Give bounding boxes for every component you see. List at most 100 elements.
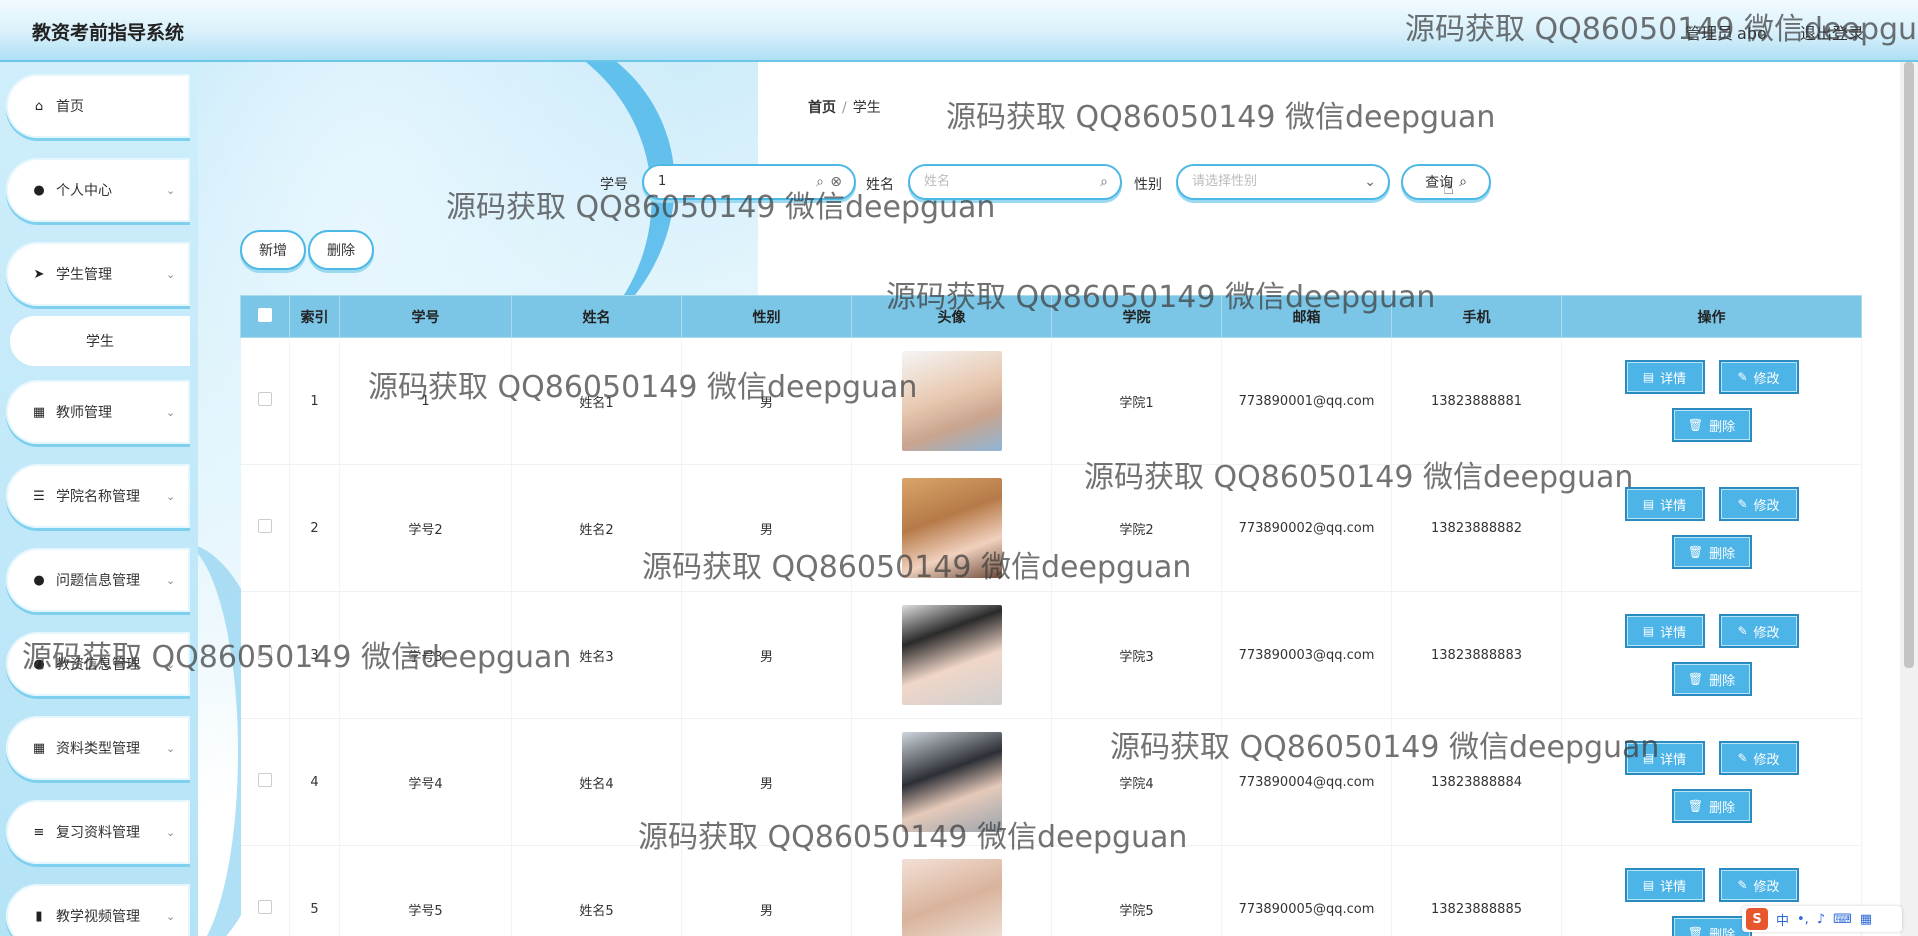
sidebar-item-personal-center[interactable]: ● 个人中心 ⌄ <box>6 158 190 222</box>
delete-button[interactable]: 🗑 删除 <box>1671 662 1752 696</box>
ime-toolbar[interactable]: S 中 •, ♪ ⌨ ▦ <box>1742 906 1902 932</box>
detail-label: 详情 <box>1660 498 1687 514</box>
detail-button[interactable]: ▤ 详情 <box>1624 741 1705 775</box>
document-icon: ▤ <box>1642 751 1655 765</box>
cell-email: 773890001@qq.com <box>1221 337 1392 465</box>
grid-icon[interactable]: ▦ <box>1860 912 1872 927</box>
detail-button[interactable]: ▤ 详情 <box>1624 487 1705 521</box>
top-header: 教资考前指导系统 管理员 abo 退出登录 <box>0 0 1918 62</box>
sidebar-item-label: 教学视频管理 <box>56 909 140 925</box>
cell-email: 773890004@qq.com <box>1221 718 1392 846</box>
sidebar-item-material-type-management[interactable]: ▦ 资料类型管理 ⌄ <box>6 716 190 780</box>
microphone-icon[interactable]: ♪ <box>1817 912 1825 927</box>
scrollbar-thumb[interactable] <box>1904 62 1914 668</box>
cell-gender: 男 <box>681 464 852 592</box>
chevron-down-icon: ⌄ <box>166 267 176 281</box>
table-row: 3 学号3 姓名3 男 学院3 773890003@qq.com 1382388… <box>240 591 1862 719</box>
sidebar-item-student-management[interactable]: ➤ 学生管理 ⌄ <box>6 242 190 306</box>
ime-language[interactable]: 中 <box>1776 910 1789 929</box>
hand-cursor-icon: ☝ <box>1443 178 1454 198</box>
cell-phone: 13823888884 <box>1391 718 1562 846</box>
student-id-value: 1 <box>658 174 667 189</box>
sidebar-item-question-management[interactable]: ● 问题信息管理 ⌄ <box>6 548 190 612</box>
chevron-down-icon: ⌄ <box>166 657 176 671</box>
avatar <box>901 351 1002 451</box>
cell-student-id: 学号3 <box>339 591 512 719</box>
punctuation-icon[interactable]: •, <box>1797 912 1809 927</box>
pencil-icon: ✎ <box>1737 370 1748 384</box>
column-header: 学号 <box>339 295 512 338</box>
sidebar-item-label: 复习资料管理 <box>56 825 140 841</box>
edit-label: 修改 <box>1753 625 1780 641</box>
user-name: abo <box>1737 24 1767 43</box>
edit-button[interactable]: ✎ 修改 <box>1718 868 1799 902</box>
delete-label: 删除 <box>1709 800 1736 816</box>
chevron-down-icon: ⌄ <box>1364 174 1376 190</box>
logout-link[interactable]: 退出登录 <box>1800 20 1864 44</box>
student-id-input[interactable]: 1 ⌕ ⊗ <box>642 164 856 200</box>
keyboard-icon[interactable]: ⌨ <box>1833 912 1852 927</box>
cell-actions: ▤ 详情 ✎ 修改 🗑 删除 <box>1561 337 1862 465</box>
column-header: 索引 <box>289 295 340 338</box>
sidebar-item-college-management[interactable]: ☰ 学院名称管理 ⌄ <box>6 464 190 528</box>
row-checkbox[interactable] <box>240 718 290 846</box>
sliders-icon: ☰ <box>33 488 45 504</box>
row-checkbox[interactable] <box>240 591 290 719</box>
row-checkbox[interactable] <box>240 845 290 936</box>
sidebar-item-label: 首页 <box>56 99 84 115</box>
name-input[interactable]: 姓名 ⌕ <box>908 164 1122 200</box>
sidebar-item-label: 资料类型管理 <box>56 741 140 757</box>
detail-label: 详情 <box>1660 371 1687 387</box>
batch-delete-button[interactable]: 删除 <box>308 230 374 270</box>
edit-button[interactable]: ✎ 修改 <box>1718 487 1799 521</box>
trash-icon: 🗑 <box>1687 799 1704 813</box>
cell-college: 学院3 <box>1051 591 1222 719</box>
detail-button[interactable]: ▤ 详情 <box>1624 868 1705 902</box>
delete-button[interactable]: 🗑 删除 <box>1671 789 1752 823</box>
detail-button[interactable]: ▤ 详情 <box>1624 614 1705 648</box>
ime-logo: S <box>1746 908 1768 930</box>
delete-button[interactable]: 🗑 删除 <box>1671 916 1752 936</box>
sidebar-item-label: 教资信息管理 <box>56 657 140 673</box>
breadcrumb-home[interactable]: 首页 <box>808 100 836 116</box>
add-button[interactable]: 新增 <box>240 230 306 270</box>
column-header: 操作 <box>1561 295 1862 338</box>
edit-button[interactable]: ✎ 修改 <box>1718 614 1799 648</box>
document-icon: ▤ <box>1642 878 1655 892</box>
cell-avatar <box>851 845 1052 936</box>
search-icon: ⌕ <box>816 174 824 190</box>
chevron-down-icon: ⌄ <box>166 405 176 419</box>
select-all-checkbox[interactable] <box>240 295 290 338</box>
sidebar-item-teacher-management[interactable]: ▦ 教师管理 ⌄ <box>6 380 190 444</box>
grid-icon: ▦ <box>32 404 46 420</box>
sidebar-item-qualification-management[interactable]: ● 教资信息管理 ⌄ <box>6 632 190 696</box>
chevron-down-icon: ⌄ <box>166 573 176 587</box>
column-header: 手机 <box>1391 295 1562 338</box>
sidebar-item-label: 教师管理 <box>56 405 112 421</box>
sidebar-item-review-material-management[interactable]: ≡ 复习资料管理 ⌄ <box>6 800 190 864</box>
student-id-label: 学号 <box>600 177 628 193</box>
cell-name: 姓名4 <box>511 718 682 846</box>
sidebar-subitem-student[interactable]: 学生 <box>10 316 190 366</box>
clear-icon[interactable]: ⊗ <box>830 166 842 198</box>
cell-email: 773890002@qq.com <box>1221 464 1392 592</box>
trash-icon: 🗑 <box>1687 926 1704 936</box>
cell-student-id: 学号4 <box>339 718 512 846</box>
cell-index: 2 <box>289 464 340 592</box>
edit-button[interactable]: ✎ 修改 <box>1718 360 1799 394</box>
chevron-down-icon: ⌄ <box>166 741 176 755</box>
gender-select[interactable]: 请选择性别 ⌄ <box>1176 164 1390 200</box>
delete-button[interactable]: 🗑 删除 <box>1671 408 1752 442</box>
edit-label: 修改 <box>1753 879 1780 895</box>
app-title: 教资考前指导系统 <box>32 22 185 44</box>
detail-button[interactable]: ▤ 详情 <box>1624 360 1705 394</box>
vertical-scrollbar[interactable] <box>1900 62 1918 936</box>
delete-button[interactable]: 🗑 删除 <box>1671 535 1752 569</box>
list-icon: ≡ <box>33 824 45 840</box>
edit-button[interactable]: ✎ 修改 <box>1718 741 1799 775</box>
row-checkbox[interactable] <box>240 464 290 592</box>
sidebar-item-video-management[interactable]: ▮ 教学视频管理 ⌄ <box>6 884 190 936</box>
user-role: 管理员 <box>1685 24 1734 43</box>
sidebar-item-home[interactable]: ⌂ 首页 <box>6 74 190 138</box>
row-checkbox[interactable] <box>240 337 290 465</box>
